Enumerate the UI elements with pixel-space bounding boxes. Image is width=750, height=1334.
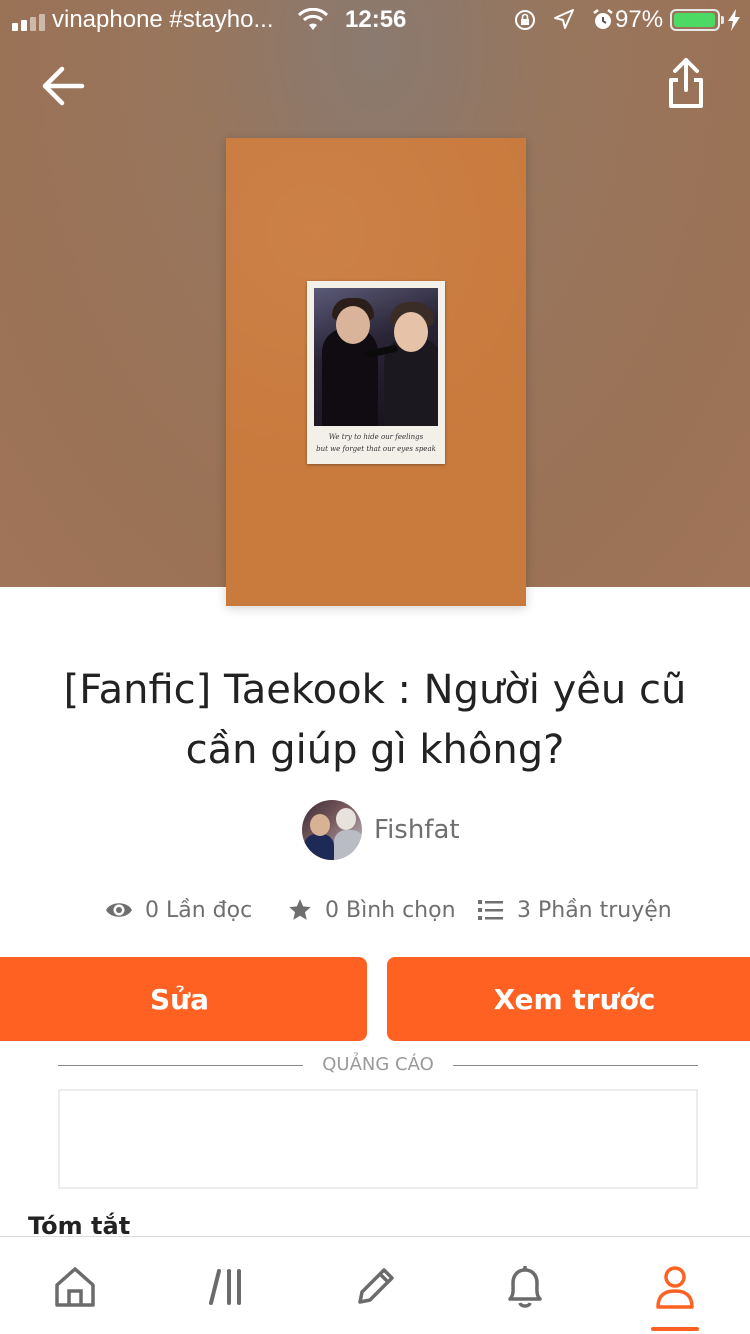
cover-polaroid: We try to hide our feelings but we forge…: [307, 281, 445, 464]
wifi-icon: [298, 8, 328, 30]
location-icon: [554, 9, 574, 29]
cover-quote: We try to hide our feelings but we forge…: [316, 433, 436, 453]
author-row[interactable]: Fishfat: [302, 800, 460, 860]
eye-icon: [106, 903, 132, 917]
carrier-name: vinaphone #stayho...: [52, 6, 274, 33]
preview-button[interactable]: Xem trước: [387, 957, 750, 1041]
orientation-lock-icon: [515, 10, 535, 30]
tab-write[interactable]: [345, 1257, 405, 1317]
tab-library[interactable]: [197, 1257, 257, 1317]
status-bar: vinaphone #stayho... 12:56 97%: [0, 0, 750, 40]
share-button[interactable]: [662, 56, 710, 112]
arrow-left-icon: [42, 66, 85, 106]
story-stats: 0 Lần đọc 0 Bình chọn 3 Phần truyện: [105, 890, 685, 930]
profile-icon: [656, 1266, 694, 1309]
back-button[interactable]: [38, 60, 90, 112]
home-icon: [55, 1267, 95, 1307]
avatar[interactable]: [302, 800, 362, 860]
tab-notifications[interactable]: [495, 1257, 555, 1317]
share-icon: [669, 58, 703, 108]
battery-percentage: 97%: [615, 6, 664, 33]
library-icon: [209, 1269, 241, 1305]
star-icon: [289, 899, 311, 920]
ad-divider: QUẢNG CÁO: [58, 1052, 698, 1080]
votes-stat: 0 Bình chọn: [287, 897, 456, 923]
parts-stat: 3 Phần truyện: [477, 898, 672, 923]
active-tab-indicator: [651, 1327, 699, 1331]
list-icon: [478, 900, 503, 920]
ad-label: QUẢNG CÁO: [322, 1054, 434, 1075]
cellular-signal-icon: [12, 14, 45, 31]
alarm-icon: [593, 9, 613, 29]
story-title: [Fanfic] Taekook : Người yêu cũ cần giúp…: [63, 667, 687, 773]
book-cover: We try to hide our feelings but we forge…: [226, 138, 526, 606]
tab-profile[interactable]: [645, 1257, 705, 1317]
cover-photo: [314, 288, 438, 426]
reads-stat: 0 Lần đọc: [105, 898, 252, 923]
reads-count: 0 Lần đọc: [145, 897, 253, 923]
bottom-tab-bar: [0, 1236, 750, 1334]
parts-count: 3 Phần truyện: [517, 897, 672, 923]
ad-slot[interactable]: [58, 1089, 698, 1189]
pencil-icon: [358, 1268, 394, 1304]
charging-bolt-icon: [728, 9, 740, 31]
clock: 12:56: [345, 6, 407, 33]
battery-icon: [670, 9, 720, 31]
votes-count: 0 Bình chọn: [325, 897, 456, 923]
author-name[interactable]: Fishfat: [374, 815, 460, 845]
tab-home[interactable]: [45, 1257, 105, 1317]
edit-button[interactable]: Sửa: [0, 957, 367, 1041]
bell-icon: [508, 1266, 542, 1308]
